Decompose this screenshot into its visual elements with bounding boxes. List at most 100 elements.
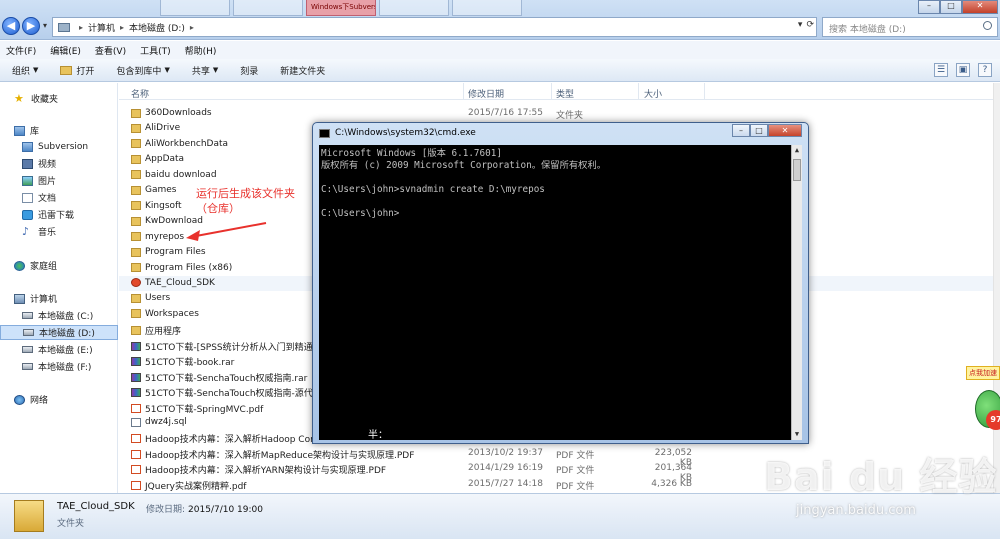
search-icon[interactable]	[983, 21, 992, 30]
column-header: 名称 修改日期 类型 大小	[119, 83, 1000, 100]
cmd-window: C:\Windows\system32\cmd.exe – □ ✕ Micros…	[312, 122, 809, 444]
nav-network[interactable]: 网络	[14, 392, 132, 407]
scroll-up-icon[interactable]: ▲	[792, 145, 802, 156]
nav-computer[interactable]: 计算机	[14, 291, 132, 306]
new-folder-button[interactable]: 新建文件夹	[280, 64, 325, 77]
file-date-cell: 2015/7/16 17:55	[468, 108, 543, 118]
preview-pane-icon[interactable]: ▣	[956, 63, 970, 77]
speed-up-badge[interactable]: 点我加速	[966, 366, 1000, 380]
column-name[interactable]: 名称	[131, 87, 149, 100]
burn-button[interactable]: 刻录	[240, 64, 258, 77]
help-icon[interactable]: ?	[978, 63, 992, 77]
file-name-cell: 51CTO下载-SpringMVC.pdf	[131, 402, 263, 415]
speed-percent[interactable]: 97	[986, 410, 1000, 430]
column-size[interactable]: 大小	[644, 87, 662, 100]
music-icon: ♪	[22, 224, 30, 238]
background-tab[interactable]	[233, 0, 303, 16]
menu-file[interactable]: 文件(F)	[6, 44, 36, 57]
nav-label: Subversion	[38, 141, 89, 152]
breadcrumb-computer[interactable]: 计算机	[88, 21, 115, 34]
file-name-cell: 360Downloads	[131, 108, 212, 118]
maximize-button[interactable]: □	[940, 0, 962, 14]
background-tab-active[interactable]: Windows下Subversion	[306, 0, 376, 16]
search-input[interactable]: 搜索 本地磁盘 (D:)	[822, 17, 998, 37]
file-name: 应用程序	[145, 327, 182, 338]
file-name-cell: KwDownload	[131, 216, 203, 226]
file-name-cell: TAE_Cloud_SDK	[131, 278, 215, 288]
cmd-close-button[interactable]: ✕	[768, 124, 802, 137]
refresh-icon[interactable]: ⟳	[806, 20, 814, 30]
column-date[interactable]: 修改日期	[468, 87, 504, 100]
forward-arrow-icon[interactable]: ▶	[22, 17, 40, 35]
file-name: 51CTO下载-SenchaTouch权威指南-源代码	[145, 389, 322, 400]
menu-tools[interactable]: 工具(T)	[140, 44, 171, 57]
column-divider[interactable]	[638, 83, 639, 100]
pdf-icon	[131, 403, 141, 413]
column-divider[interactable]	[704, 83, 705, 100]
include-label: 包含到库中	[116, 66, 162, 77]
organize-button[interactable]: 组织 ▼	[12, 64, 38, 77]
nav-libraries[interactable]: 库	[14, 123, 132, 138]
console-icon	[319, 128, 330, 138]
minimize-button[interactable]: –	[918, 0, 940, 14]
column-divider[interactable]	[551, 83, 552, 100]
console-output[interactable]: Microsoft Windows [版本 6.1.7601] 版权所有 (c)…	[319, 145, 802, 440]
share-button[interactable]: 共享 ▼	[192, 64, 218, 77]
nav-label: 本地磁盘 (C:)	[38, 312, 94, 322]
background-tab[interactable]	[452, 0, 522, 16]
breadcrumb-drive[interactable]: 本地磁盘 (D:)	[129, 21, 185, 34]
column-type[interactable]: 类型	[556, 87, 574, 100]
open-button[interactable]: 打开	[60, 64, 94, 77]
file-name: Program Files (x86)	[145, 262, 233, 273]
folder-icon	[131, 232, 141, 242]
cmd-minimize-button[interactable]: –	[732, 124, 750, 137]
file-date-cell: 2014/1/29 16:19	[468, 463, 543, 474]
breadcrumb-separator-icon[interactable]: ▸	[190, 23, 194, 32]
view-options-icon[interactable]: ☰	[934, 63, 948, 77]
column-divider[interactable]	[463, 83, 464, 100]
file-name-cell: AliWorkbenchData	[131, 139, 228, 149]
file-size-cell: 4,326 KB	[651, 478, 692, 489]
folder-icon	[131, 154, 141, 164]
drive-icon	[22, 346, 33, 353]
scroll-thumb[interactable]	[793, 159, 801, 181]
file-name-cell: baidu download	[131, 170, 217, 180]
file-name-cell: Hadoop技术内幕：深入解析MapReduce架构设计与实现原理.PDF	[131, 448, 414, 461]
details-modified-value: 2015/7/10 19:00	[188, 505, 263, 515]
menu-view[interactable]: 查看(V)	[95, 44, 126, 57]
background-tab[interactable]	[160, 0, 230, 16]
file-name-cell: Games	[131, 185, 176, 195]
nav-label: 迅雷下载	[38, 211, 75, 221]
nav-drive-d[interactable]: 本地磁盘 (D:)	[0, 325, 118, 340]
file-name: dwz4j.sql	[145, 417, 187, 427]
file-type-cell: PDF 文件	[556, 450, 595, 461]
file-row[interactable]: 360Downloads 2015/7/16 17:55 文件夹	[119, 106, 1000, 121]
folder-icon	[14, 500, 44, 532]
nav-label: 库	[30, 127, 40, 137]
background-tab[interactable]	[379, 0, 449, 16]
address-dropdown-icon[interactable]: ▾	[798, 20, 803, 30]
console-line: 版权所有 (c) 2009 Microsoft Corporation。保留所有…	[321, 160, 607, 171]
navigation-pane: ★ 收藏夹 库 Subversion 视频 图片 文档 迅雷下载 ♪ 音乐 家庭组 …	[0, 83, 118, 493]
breadcrumb-separator-icon[interactable]: ▸	[79, 23, 83, 32]
menu-help[interactable]: 帮助(H)	[185, 44, 217, 57]
recent-pages-chevron-icon[interactable]: ▾	[43, 21, 47, 30]
file-name-cell: 应用程序	[131, 324, 181, 337]
console-scrollbar[interactable]: ▲ ▼	[791, 145, 802, 440]
menu-edit[interactable]: 编辑(E)	[50, 44, 81, 57]
vertical-scrollbar[interactable]	[993, 83, 1000, 493]
new-folder-label: 新建文件夹	[280, 66, 326, 77]
nav-favorites[interactable]: ★ 收藏夹	[14, 91, 132, 106]
breadcrumb-separator-icon[interactable]: ▸	[120, 23, 124, 32]
file-name-cell: 51CTO下载-SenchaTouch权威指南.rar	[131, 371, 307, 384]
address-bar[interactable]: ▸ 计算机 ▸ 本地磁盘 (D:) ▸ ▾ ⟳	[52, 17, 817, 37]
file-name: AppData	[145, 154, 185, 165]
folder-icon	[131, 247, 141, 257]
file-name-cell: Hadoop技术内幕：深入解析Hadoop Con	[131, 432, 316, 445]
close-button[interactable]: ✕	[962, 0, 998, 14]
include-in-library-button[interactable]: 包含到库中 ▼	[116, 64, 169, 77]
nav-homegroup[interactable]: 家庭组	[14, 258, 132, 273]
scroll-down-icon[interactable]: ▼	[792, 429, 802, 440]
cmd-maximize-button[interactable]: □	[750, 124, 768, 137]
back-arrow-icon[interactable]: ◀	[2, 17, 20, 35]
